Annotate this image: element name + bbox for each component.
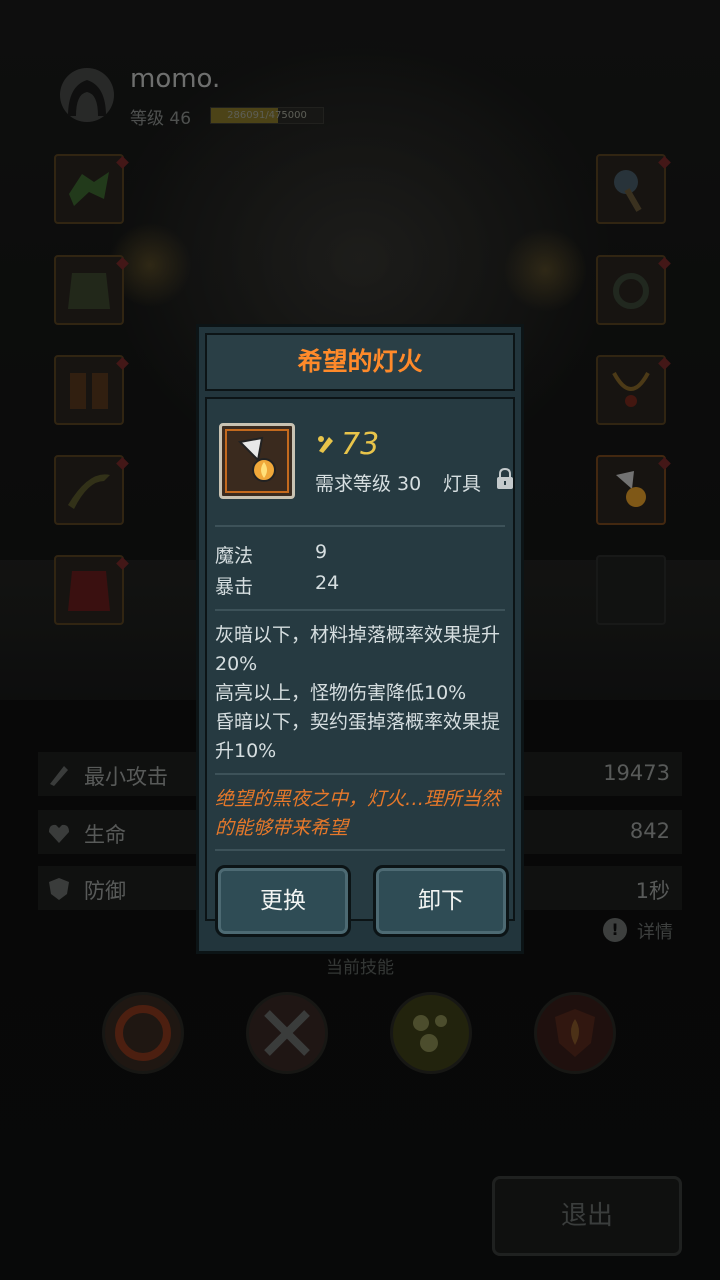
attribute-name: 暴击 [215, 576, 254, 598]
popup-header: 希望的灯火 [205, 333, 515, 391]
item-name: 希望的灯火 [297, 347, 423, 376]
item-type: 灯具 [443, 473, 482, 495]
divider [215, 849, 505, 851]
popup-body: 73 需求等级 30 灯具 魔法 9 暴击 24 灰暗以下，材料掉落概率效果提升… [205, 397, 515, 937]
item-effects: 灰暗以下，材料掉落概率效果提升20% 高亮以上，怪物伤害降低10% 昏暗以下，契… [215, 621, 511, 766]
divider [215, 525, 505, 527]
effect-line: 高亮以上，怪物伤害降低10% [215, 682, 467, 704]
flavor-text: 绝望的黑夜之中，灯火…理所当然的能够带来希望 [215, 788, 501, 839]
divider [215, 773, 505, 775]
lantern-icon [237, 436, 276, 482]
item-icon-frame [219, 423, 295, 499]
attribute-value: 9 [315, 541, 328, 563]
effect-line: 灰暗以下，材料掉落概率效果提升20% [215, 624, 501, 675]
unequip-button[interactable]: 卸下 [373, 865, 509, 937]
item-detail-popup: 希望的灯火 73 需求等级 30 灯具 魔法 9 暴击 24 灰暗以下，材料掉落… [196, 324, 524, 954]
replace-button[interactable]: 更换 [215, 865, 351, 937]
divider [215, 609, 505, 611]
item-power: 73 [341, 427, 380, 462]
lock-icon[interactable] [495, 467, 515, 491]
attribute-name: 魔法 [215, 545, 254, 567]
power-icon [318, 436, 333, 453]
attribute-value: 24 [315, 572, 340, 594]
required-level: 需求等级 30 [315, 473, 422, 495]
effect-line: 昏暗以下，契约蛋掉落概率效果提升10% [215, 711, 501, 762]
